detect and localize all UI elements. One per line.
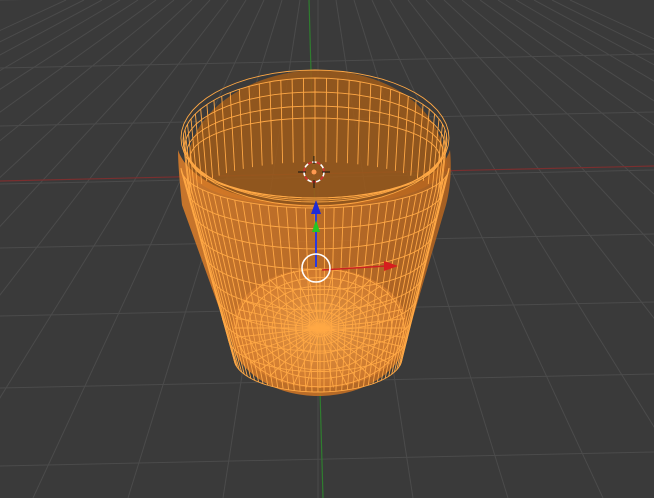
viewport-canvas[interactable]: [0, 0, 654, 498]
3d-viewport[interactable]: [0, 0, 654, 498]
cup-mesh[interactable]: [178, 69, 451, 396]
